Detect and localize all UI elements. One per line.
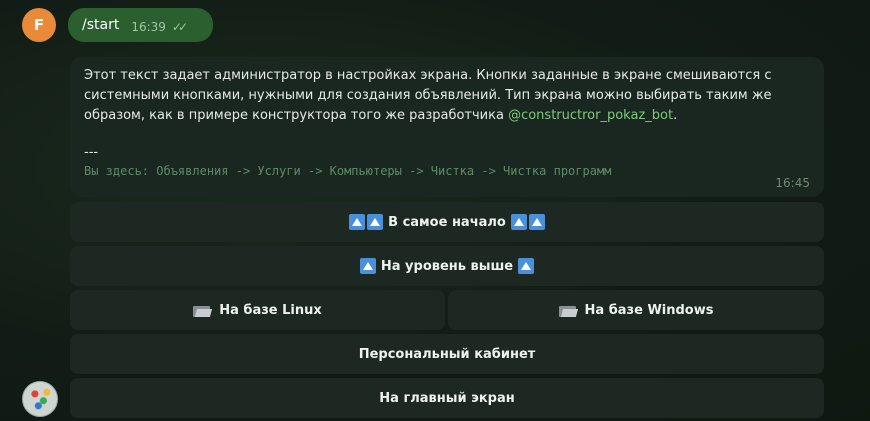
avatar-letter: F xyxy=(33,16,45,34)
folder-icon xyxy=(193,304,211,317)
to-start-label: В самое начало xyxy=(388,214,506,230)
up-arrow-icon xyxy=(367,214,384,230)
incoming-message[interactable]: Этот текст задает администратор в настро… xyxy=(70,57,824,197)
up-arrow-icon xyxy=(518,258,535,274)
personal-cabinet-label: Персональный кабинет xyxy=(358,346,536,362)
separator-text: --- xyxy=(84,145,99,160)
double-check-icon: ✓✓ xyxy=(171,20,188,34)
bot-link[interactable]: @constructror_pokaz_bot xyxy=(508,108,673,123)
personal-cabinet-button[interactable]: Персональный кабинет xyxy=(70,334,824,374)
main-screen-button[interactable]: На главный экран xyxy=(70,378,824,418)
outgoing-message-time: 16:39 xyxy=(131,20,166,34)
bot-avatar[interactable] xyxy=(22,381,58,417)
level-up-button[interactable]: На уровень выше xyxy=(70,246,824,286)
breadcrumb: Вы здесь: Объявления -> Услуги -> Компью… xyxy=(84,164,612,178)
to-start-button[interactable]: В самое начало xyxy=(70,202,824,242)
outgoing-message-text: /start xyxy=(82,17,120,33)
user-avatar[interactable]: F xyxy=(22,8,56,42)
level-up-label: На уровень выше xyxy=(380,258,514,274)
up-arrow-icon xyxy=(349,214,366,230)
windows-button[interactable]: На базе Windows xyxy=(448,290,824,330)
incoming-message-body: Этот текст задает администратор в настро… xyxy=(84,66,804,126)
linux-label: На базе Linux xyxy=(219,302,322,318)
up-arrow-icon xyxy=(510,214,527,230)
up-arrow-icon xyxy=(528,214,545,230)
message-text-end: . xyxy=(673,108,678,123)
main-screen-label: На главный экран xyxy=(379,390,515,406)
outgoing-message[interactable]: /start 16:39 ✓✓ xyxy=(68,8,213,42)
windows-label: На базе Windows xyxy=(584,302,714,318)
up-arrow-icon xyxy=(359,258,376,274)
folder-icon xyxy=(558,304,577,317)
incoming-message-time: 16:45 xyxy=(775,176,810,190)
linux-button[interactable]: На базе Linux xyxy=(70,290,445,330)
